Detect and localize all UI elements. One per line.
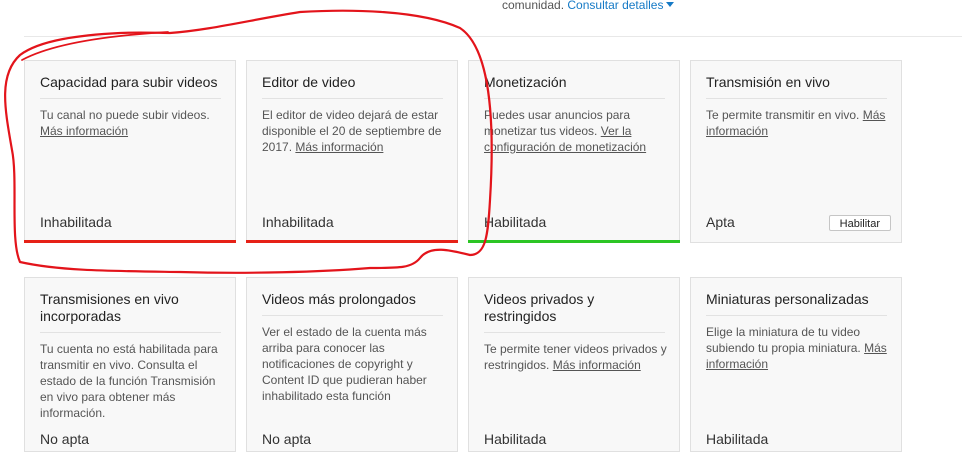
card-custom-thumbnails: Miniaturas personalizadas Elige la minia… bbox=[690, 277, 902, 452]
status-label: Apta bbox=[706, 214, 735, 230]
card-description: Te permite tener videos privados y restr… bbox=[484, 342, 667, 372]
section-divider bbox=[24, 36, 962, 37]
card-live-streaming: Transmisión en vivo Te permite transmiti… bbox=[690, 60, 902, 243]
enable-button[interactable]: Habilitar bbox=[828, 215, 891, 231]
card-description: Tu cuenta no está habilitada para transm… bbox=[40, 342, 218, 420]
title-divider bbox=[262, 315, 443, 316]
title-divider bbox=[40, 98, 221, 99]
card-title: Capacidad para subir videos bbox=[40, 74, 218, 90]
card-embedded-live: Transmisiones en vivo incorporadas Tu cu… bbox=[24, 277, 236, 452]
status-label: Habilitada bbox=[484, 214, 547, 230]
card-title: Transmisión en vivo bbox=[706, 74, 830, 90]
card-monetization: Monetización Puedes usar anuncios para m… bbox=[468, 60, 680, 243]
status-bar-disabled bbox=[24, 240, 236, 243]
community-notice: comunidad. Consultar detalles bbox=[502, 0, 675, 12]
card-description: Tu canal no puede subir videos. Más info… bbox=[40, 108, 210, 138]
card-private-videos: Videos privados y restringidos Te permit… bbox=[468, 277, 680, 452]
status-bar-disabled bbox=[246, 240, 458, 243]
title-divider bbox=[706, 315, 887, 316]
card-description: Elige la miniatura de tu video subiendo … bbox=[706, 325, 887, 371]
status-label: Inhabilitada bbox=[40, 214, 112, 230]
card-upload-capacity: Capacidad para subir videos Tu canal no … bbox=[24, 60, 236, 243]
status-label: No apta bbox=[262, 431, 312, 447]
card-description: Te permite transmitir en vivo. Más infor… bbox=[706, 108, 886, 138]
card-description: El editor de video dejará de estar dispo… bbox=[262, 108, 442, 154]
card-description: Ver el estado de la cuenta más arriba pa… bbox=[262, 325, 427, 403]
more-info-link[interactable]: Más información bbox=[40, 124, 128, 138]
card-longer-videos: Videos más prolongados Ver el estado de … bbox=[246, 277, 458, 452]
title-divider bbox=[484, 98, 665, 99]
status-label: Habilitada bbox=[484, 431, 547, 447]
more-info-link[interactable]: Más información bbox=[553, 358, 641, 372]
more-info-link[interactable]: Más información bbox=[295, 140, 383, 154]
card-title: Transmisiones en vivo incorporadas bbox=[40, 291, 179, 324]
title-divider bbox=[484, 332, 665, 333]
card-title: Videos privados y restringidos bbox=[484, 291, 595, 324]
community-text: comunidad. bbox=[502, 0, 565, 12]
card-title: Monetización bbox=[484, 74, 567, 90]
card-title: Videos más prolongados bbox=[262, 291, 416, 307]
status-label: Inhabilitada bbox=[262, 214, 334, 230]
title-divider bbox=[40, 332, 221, 333]
card-title: Miniaturas personalizadas bbox=[706, 291, 869, 307]
status-label: No apta bbox=[40, 431, 90, 447]
title-divider bbox=[262, 98, 443, 99]
card-description: Puedes usar anuncios para monetizar tus … bbox=[484, 108, 647, 154]
caret-down-icon bbox=[666, 2, 675, 8]
card-title: Editor de video bbox=[262, 74, 356, 90]
title-divider bbox=[706, 98, 887, 99]
status-bar-enabled bbox=[468, 240, 680, 243]
details-link[interactable]: Consultar detalles bbox=[567, 0, 675, 12]
card-video-editor: Editor de video El editor de video dejar… bbox=[246, 60, 458, 243]
status-label: Habilitada bbox=[706, 431, 769, 447]
